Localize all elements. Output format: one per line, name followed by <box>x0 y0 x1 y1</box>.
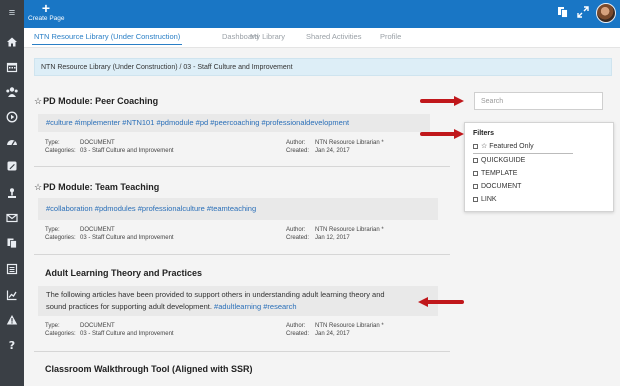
filters-panel: Filters ☆ Featured Only QUICKGUIDE TEMPL… <box>464 122 614 212</box>
card-title[interactable]: ☆PD Module: Peer Coaching <box>34 96 450 107</box>
categories-label: Categories: <box>45 331 76 337</box>
search-input[interactable]: Search <box>474 92 603 110</box>
resource-card: Adult Learning Theory and Practices The … <box>34 268 450 346</box>
checkbox[interactable] <box>473 184 478 189</box>
type-label: Type: <box>45 323 60 329</box>
card-title[interactable]: Classroom Walkthrough Tool (Aligned with… <box>34 364 450 374</box>
annotation-arrow <box>420 96 464 106</box>
star-icon[interactable]: ☆ <box>34 182 42 192</box>
created-label: Created: <box>286 148 310 154</box>
filter-document[interactable]: DOCUMENT <box>473 183 521 190</box>
top-bar: + Create Page <box>24 0 620 28</box>
created-label: Created: <box>286 331 310 337</box>
author-value: NTN Resource Librarian * <box>315 140 384 146</box>
annotation-arrow <box>418 297 464 307</box>
categories-value: 03 - Staff Culture and Improvement <box>80 148 174 154</box>
filter-link[interactable]: LINK <box>473 196 497 203</box>
resource-card: ☆PD Module: Peer Coaching #culture #impl… <box>34 96 450 160</box>
categories-value: 03 - Staff Culture and Improvement <box>80 331 174 337</box>
author-label: Author: <box>286 323 306 329</box>
filters-separator <box>473 153 573 154</box>
card-tags[interactable]: #culture #implementer #NTN101 #pdmodule … <box>38 114 430 132</box>
help-icon[interactable]: ? <box>0 334 24 356</box>
author-label: Author: <box>286 227 306 233</box>
annotation-arrow <box>420 129 464 139</box>
filter-featured-only[interactable]: ☆ Featured Only <box>473 142 534 150</box>
chart-icon[interactable] <box>0 284 24 306</box>
tab-my-library[interactable]: My Library <box>250 32 285 41</box>
categories-value: 03 - Staff Culture and Improvement <box>80 235 174 241</box>
filter-quickguide[interactable]: QUICKGUIDE <box>473 157 525 164</box>
card-title[interactable]: ☆PD Module: Team Teaching <box>34 182 450 193</box>
breadcrumb: NTN Resource Library (Under Construction… <box>34 58 612 76</box>
description-tags[interactable]: #adultlearning #research <box>214 302 297 311</box>
created-value: Jan 24, 2017 <box>315 331 350 337</box>
checkbox[interactable] <box>473 143 478 149</box>
checkbox[interactable] <box>473 158 478 163</box>
plus-icon: + <box>41 0 51 16</box>
type-value: DOCUMENT <box>80 140 115 146</box>
copy-icon[interactable] <box>0 232 24 254</box>
checkbox[interactable] <box>473 171 478 176</box>
star-icon[interactable]: ☆ <box>34 96 42 106</box>
type-label: Type: <box>45 140 60 146</box>
home-icon[interactable] <box>0 31 24 53</box>
filters-heading: Filters <box>473 130 495 137</box>
create-page-button[interactable]: + Create Page <box>28 0 65 26</box>
menu-icon[interactable]: ≡ <box>0 2 24 24</box>
description-line-1: The following articles have been provide… <box>46 290 385 299</box>
upload-icon[interactable] <box>0 182 24 204</box>
created-label: Created: <box>286 235 310 241</box>
expand-icon[interactable] <box>576 6 590 20</box>
mail-icon[interactable] <box>0 207 24 229</box>
categories-label: Categories: <box>45 148 76 154</box>
checkbox[interactable] <box>473 197 478 202</box>
categories-label: Categories: <box>45 235 76 241</box>
type-value: DOCUMENT <box>80 323 115 329</box>
author-value: NTN Resource Librarian * <box>315 227 384 233</box>
tab-ntn-resource-library[interactable]: NTN Resource Library (Under Construction… <box>31 32 183 45</box>
users-icon[interactable] <box>0 81 24 103</box>
dashboard-icon[interactable] <box>0 131 24 153</box>
author-label: Author: <box>286 140 306 146</box>
resource-card: ☆PD Module: Team Teaching #collaboration… <box>34 182 450 246</box>
type-value: DOCUMENT <box>80 227 115 233</box>
list-icon[interactable] <box>0 258 24 280</box>
warning-icon[interactable] <box>0 309 24 331</box>
created-value: Jan 24, 2017 <box>315 148 350 154</box>
divider <box>34 254 450 255</box>
divider <box>34 351 450 352</box>
filter-template[interactable]: TEMPLATE <box>473 170 517 177</box>
tab-bar: NTN Resource Library (Under Construction… <box>24 28 620 48</box>
tab-profile[interactable]: Profile <box>380 32 401 41</box>
description-line-2: sound practices for supporting adult dev… <box>46 302 212 311</box>
calendar-icon[interactable] <box>0 56 24 78</box>
left-rail: ≡ ? <box>0 0 24 386</box>
avatar[interactable] <box>596 3 616 23</box>
created-value: Jan 12, 2017 <box>315 235 350 241</box>
resource-card: Classroom Walkthrough Tool (Aligned with… <box>34 364 450 380</box>
svg-text:?: ? <box>9 339 15 351</box>
pages-icon[interactable] <box>556 6 570 20</box>
tab-shared-activities[interactable]: Shared Activities <box>306 32 361 41</box>
edit-icon[interactable] <box>0 155 24 177</box>
play-icon[interactable] <box>0 106 24 128</box>
card-description: The following articles have been provide… <box>38 286 438 316</box>
create-page-label: Create Page <box>28 15 65 22</box>
card-title[interactable]: Adult Learning Theory and Practices <box>34 268 450 278</box>
author-value: NTN Resource Librarian * <box>315 323 384 329</box>
type-label: Type: <box>45 227 60 233</box>
card-tags[interactable]: #collaboration #pdmodules #professionalc… <box>38 198 438 220</box>
divider <box>34 166 450 167</box>
